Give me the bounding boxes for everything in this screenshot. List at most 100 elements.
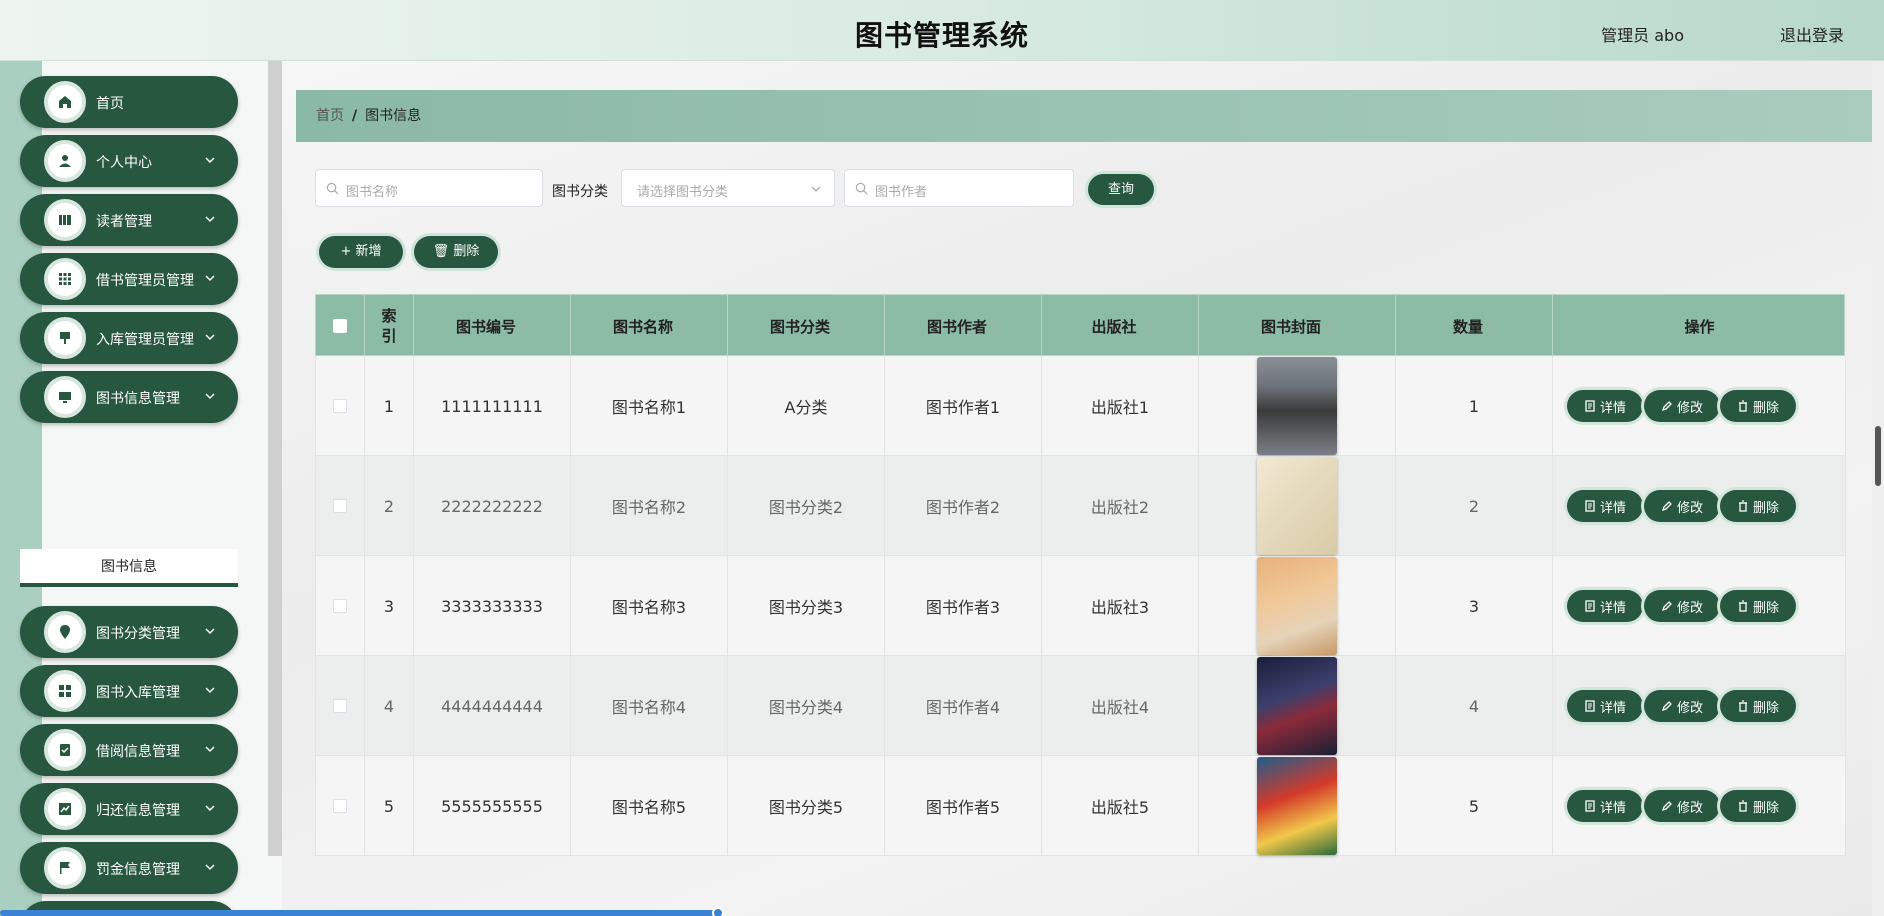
sidebar-item-label: 入库管理员管理 <box>96 332 194 348</box>
column-header-author[interactable]: 图书作者 <box>885 295 1042 357</box>
detail-button[interactable]: 详情 <box>1567 390 1643 422</box>
column-header-qty[interactable]: 数量 <box>1396 295 1553 357</box>
row-checkbox[interactable] <box>333 699 347 713</box>
row-delete-button[interactable]: 删除 <box>1720 490 1796 522</box>
sidebar-item-fine-info[interactable]: 罚金信息管理 <box>20 842 238 894</box>
page-scrollbar[interactable] <box>1872 61 1884 916</box>
detail-button[interactable]: 详情 <box>1567 490 1643 522</box>
cell-qty: 2 <box>1396 456 1553 556</box>
edit-button[interactable]: 修改 <box>1644 790 1720 822</box>
search-button[interactable]: 查询 <box>1088 174 1154 205</box>
cell-category: 图书分类5 <box>728 756 885 856</box>
cell-index: 3 <box>365 556 414 656</box>
cell-actions: 详情 修改 删除 <box>1553 756 1846 856</box>
cell-author: 图书作者2 <box>885 456 1042 556</box>
sidebar-item-return-info[interactable]: 归还信息管理 <box>20 783 238 835</box>
breadcrumb-home[interactable]: 首页 <box>316 108 344 124</box>
sidebar-scrollbar[interactable] <box>268 61 282 856</box>
row-delete-button[interactable]: 删除 <box>1720 690 1796 722</box>
sidebar-item-book-stock[interactable]: 图书入库管理 <box>20 665 238 717</box>
sidebar-item-borrow-admin[interactable]: 借书管理员管理 <box>20 253 238 305</box>
cell-actions: 详情 修改 删除 <box>1553 556 1846 656</box>
chevron-down-icon <box>205 157 215 164</box>
sort-icon[interactable] <box>679 321 685 331</box>
column-header-code[interactable]: 图书编号 <box>414 295 571 357</box>
book-author-input[interactable]: 图书作者 <box>844 169 1074 207</box>
cell-actions: 详情 修改 删除 <box>1553 456 1846 556</box>
sort-icon[interactable] <box>522 321 528 331</box>
sidebar-subitem-book-info[interactable]: 图书信息 <box>20 549 238 587</box>
row-delete-button[interactable]: 删除 <box>1720 390 1796 422</box>
cell-publisher: 出版社5 <box>1042 756 1199 856</box>
sidebar-item-readers[interactable]: 读者管理 <box>20 194 238 246</box>
column-header-cover[interactable]: 图书封面 <box>1199 295 1396 357</box>
document-icon <box>1585 400 1595 412</box>
column-header-index[interactable]: 索引 <box>365 295 414 357</box>
sidebar-item-label: 图书入库管理 <box>96 685 180 701</box>
scrollbar-knob[interactable] <box>712 907 724 916</box>
add-button[interactable]: + 新增 <box>319 236 403 268</box>
delete-button[interactable]: 🗑 删除 <box>414 236 498 268</box>
column-header-category[interactable]: 图书分类 <box>728 295 885 357</box>
cell-name: 图书名称1 <box>571 356 728 456</box>
row-checkbox[interactable] <box>333 799 347 813</box>
row-delete-button-label: 删除 <box>1752 800 1779 816</box>
sort-icon[interactable] <box>1327 321 1333 331</box>
cell-publisher: 出版社4 <box>1042 656 1199 756</box>
sort-icon[interactable] <box>993 321 999 331</box>
table-row: 5 5555555555 图书名称5 图书分类5 图书作者5 出版社5 5 详情 修改 删除 <box>315 756 1846 856</box>
category-select[interactable]: 请选择图书分类 <box>621 169 835 207</box>
edit-button[interactable]: 修改 <box>1644 490 1720 522</box>
cell-actions: 详情 修改 删除 <box>1553 356 1846 456</box>
monitor-icon <box>44 376 86 418</box>
detail-button-label: 详情 <box>1599 700 1626 716</box>
horizontal-scrollbar[interactable] <box>0 907 724 916</box>
sidebar-item-category[interactable]: 图书分类管理 <box>20 606 238 658</box>
add-button-label: 新增 <box>355 244 382 259</box>
cell-name: 图书名称2 <box>571 456 728 556</box>
book-name-input[interactable]: 图书名称 <box>315 169 543 207</box>
flag-icon <box>44 847 86 889</box>
row-checkbox[interactable] <box>333 499 347 513</box>
edit-button[interactable]: 修改 <box>1644 390 1720 422</box>
book-shelf-icon <box>44 199 86 241</box>
detail-button[interactable]: 详情 <box>1567 690 1643 722</box>
edit-button[interactable]: 修改 <box>1644 690 1720 722</box>
cell-cover <box>1199 356 1396 456</box>
cell-code: 3333333333 <box>414 556 571 656</box>
delete-button-label: 删除 <box>453 244 480 259</box>
trash-icon <box>1738 600 1747 612</box>
document-icon <box>1585 800 1595 812</box>
column-header-label: 图书名称 <box>612 317 673 336</box>
sidebar-item-label: 归还信息管理 <box>96 803 180 819</box>
sort-icon[interactable] <box>836 321 842 331</box>
column-header-name[interactable]: 图书名称 <box>571 295 728 357</box>
edit-button[interactable]: 修改 <box>1644 590 1720 622</box>
row-checkbox[interactable] <box>333 399 347 413</box>
row-delete-button[interactable]: 删除 <box>1720 790 1796 822</box>
breadcrumb-separator: / <box>352 108 358 124</box>
sidebar-item-profile[interactable]: 个人中心 <box>20 135 238 187</box>
sidebar-item-label: 罚金信息管理 <box>96 862 180 878</box>
cell-code: 5555555555 <box>414 756 571 856</box>
sidebar-item-book-info[interactable]: 图书信息管理 <box>20 371 238 423</box>
pencil-icon <box>1661 401 1672 412</box>
sort-icon[interactable] <box>1489 321 1495 331</box>
sidebar-item-stock-admin[interactable]: 入库管理员管理 <box>20 312 238 364</box>
select-all-checkbox[interactable] <box>333 319 347 333</box>
sidebar-item-home[interactable]: 首页 <box>20 76 238 128</box>
book-cover-image <box>1257 457 1337 555</box>
sidebar: 首页 个人中心 读者管理 借书管理员管理 入库管理员管理 图书信息管理 图书信息… <box>0 61 282 916</box>
row-delete-button[interactable]: 删除 <box>1720 590 1796 622</box>
detail-button[interactable]: 详情 <box>1567 590 1643 622</box>
sort-icon[interactable] <box>1142 321 1149 331</box>
column-header-publisher[interactable]: 出版社 <box>1042 295 1199 357</box>
home-icon <box>44 81 86 123</box>
sidebar-item-borrow-info[interactable]: 借阅信息管理 <box>20 724 238 776</box>
logout-link[interactable]: 退出登录 <box>1780 22 1844 46</box>
row-checkbox[interactable] <box>333 599 347 613</box>
detail-button[interactable]: 详情 <box>1567 790 1643 822</box>
grid-dots-icon <box>44 258 86 300</box>
chevron-down-icon <box>205 275 215 282</box>
scrollbar-thumb[interactable] <box>1875 426 1881 486</box>
